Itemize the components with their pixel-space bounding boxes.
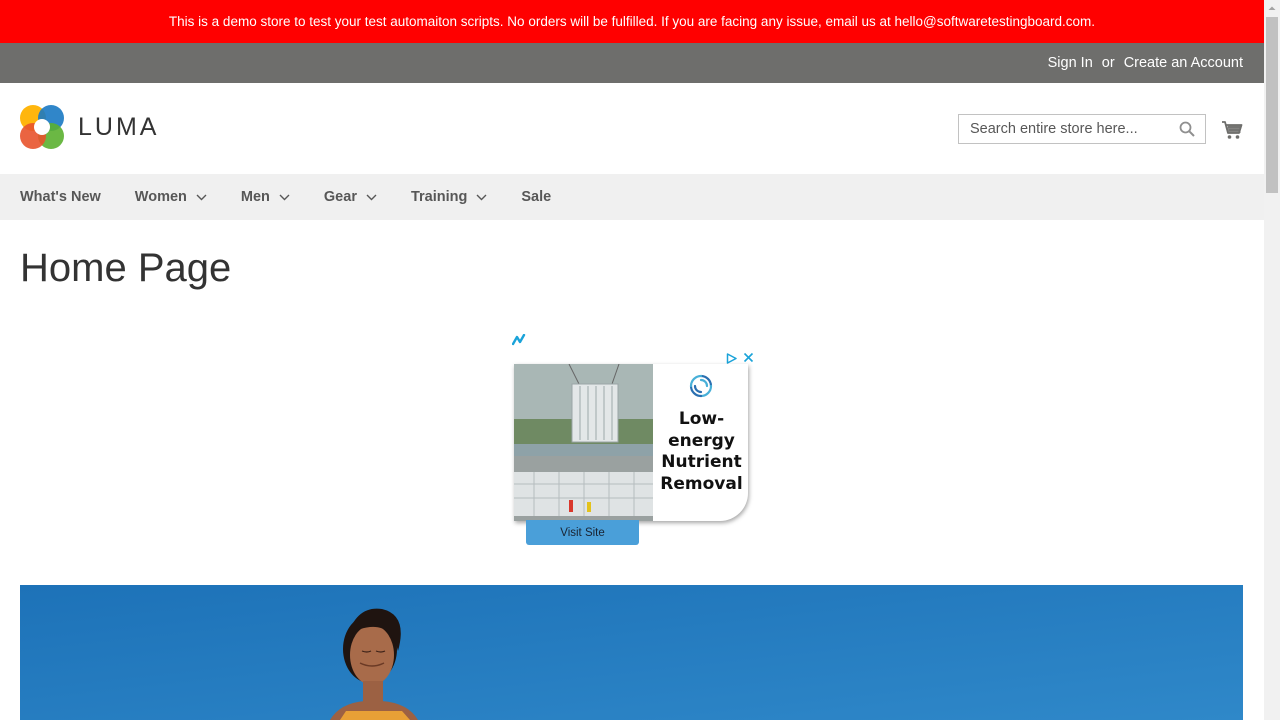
logo-wordmark: LUMA <box>78 112 160 141</box>
nav-item-label: Gear <box>323 189 357 205</box>
main-navigation: What's New Women Men Gear Training Sale <box>0 174 1264 220</box>
nav-item-training[interactable]: Training <box>411 189 487 205</box>
adchoices-play-icon[interactable] <box>726 353 737 364</box>
hero-image <box>20 585 1243 720</box>
scroll-up-arrow-icon[interactable] <box>1264 0 1280 17</box>
ad-photo <box>514 364 653 521</box>
nav-item-women[interactable]: Women <box>135 189 207 205</box>
luma-logo-icon <box>20 105 64 149</box>
nav-item-label: Men <box>240 189 270 205</box>
ad-headline-line: Nutrient <box>661 452 742 472</box>
cart-icon[interactable] <box>1221 119 1243 141</box>
nav-item-label: Sale <box>521 189 552 205</box>
ad-card[interactable]: Low- energy Nutrient Removal <box>514 364 748 521</box>
chevron-down-icon <box>196 194 207 200</box>
ad-headline-line: Low- <box>678 409 725 429</box>
ad-headline: Low- energy Nutrient Removal <box>655 409 748 495</box>
page: This is a demo store to test your test a… <box>0 0 1264 720</box>
brand-swirl-icon <box>689 374 713 398</box>
vertical-scrollbar[interactable] <box>1264 0 1280 720</box>
nav-item-label: Training <box>410 189 468 205</box>
ad-headline-line: energy <box>668 430 735 451</box>
visit-site-button[interactable]: Visit Site <box>526 520 639 545</box>
ad-network-icon <box>512 334 526 346</box>
ad-headline-line: Removal <box>660 473 743 494</box>
page-header: LUMA <box>0 83 1264 174</box>
nav-item-whats-new[interactable]: What's New <box>20 189 101 205</box>
hero-banner[interactable] <box>20 585 1243 720</box>
sign-in-link[interactable]: Sign In <box>1048 55 1093 71</box>
scrollbar-thumb[interactable] <box>1266 17 1278 193</box>
chevron-down-icon <box>476 194 487 200</box>
search-input[interactable] <box>968 115 1178 143</box>
nav-item-sale[interactable]: Sale <box>521 189 551 205</box>
close-icon[interactable] <box>743 352 754 363</box>
top-links-separator: or <box>1101 55 1115 71</box>
search-form <box>958 114 1206 144</box>
page-title: Home Page <box>20 246 232 290</box>
top-links-bar: Sign In or Create an Account <box>0 43 1264 83</box>
demo-banner-text: This is a demo store to test your test a… <box>168 14 1096 29</box>
nav-item-gear[interactable]: Gear <box>324 189 377 205</box>
luma-logo[interactable]: LUMA <box>20 105 159 149</box>
demo-store-banner: This is a demo store to test your test a… <box>0 0 1264 43</box>
nav-item-men[interactable]: Men <box>241 189 290 205</box>
search-icon[interactable] <box>1179 121 1195 137</box>
nav-item-label: Women <box>134 189 187 205</box>
chevron-down-icon <box>366 194 377 200</box>
chevron-down-icon <box>279 194 290 200</box>
create-account-link[interactable]: Create an Account <box>1124 55 1243 71</box>
nav-item-label: What's New <box>20 189 101 205</box>
advertisement: Low- energy Nutrient Removal Visit Site <box>510 333 760 553</box>
